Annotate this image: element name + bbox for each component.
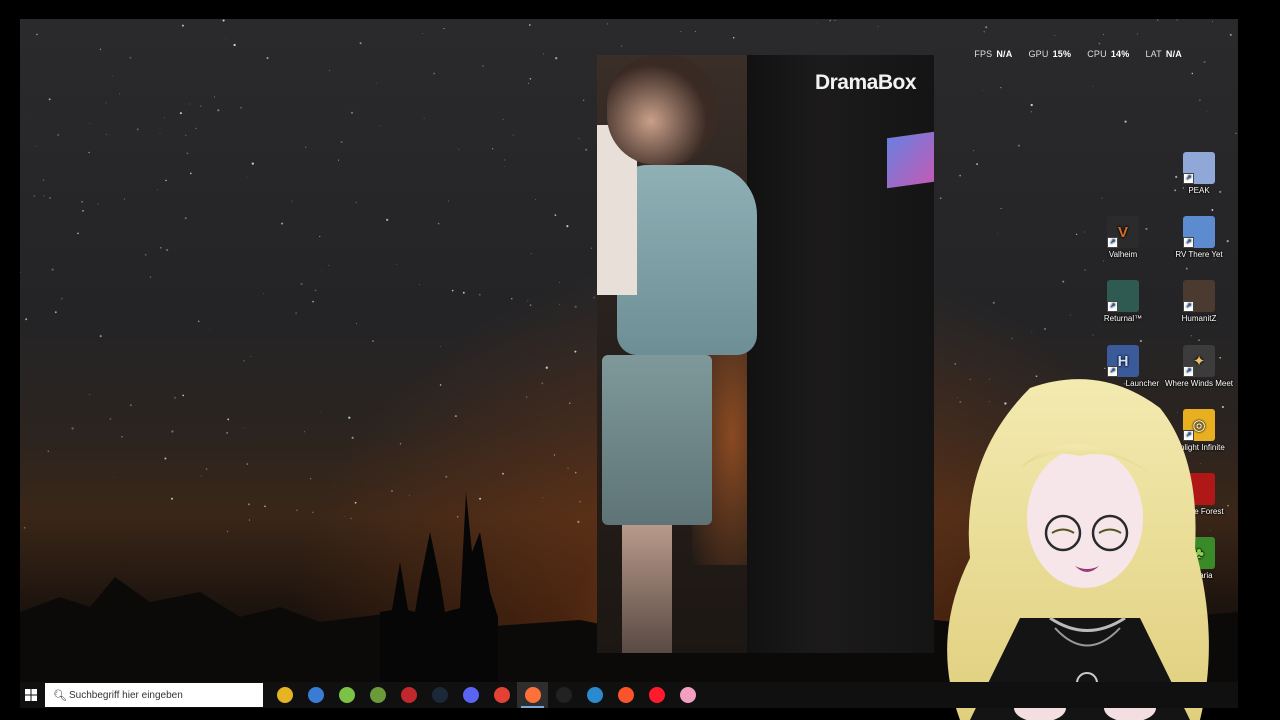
steam-icon [431, 687, 448, 703]
latency-stat: LAT N/A [1145, 49, 1182, 59]
humanitz-icon: ↗ [1183, 280, 1215, 312]
file-explorer-icon [276, 687, 293, 703]
android-app-icon [338, 687, 355, 703]
vtuber-avatar [947, 379, 1209, 720]
desktop-icon-label: Returnal™ [1103, 314, 1143, 323]
taskbar-app-microsoft-store[interactable] [300, 682, 331, 708]
cpu-stat: CPU 14% [1087, 49, 1130, 59]
taskbar-search-box[interactable]: 🔍︎ Suchbegriff hier eingeben [45, 683, 263, 707]
where-winds-meet-icon: ✦ ↗ [1183, 345, 1215, 377]
desktop-icon-peak[interactable]: ↗ PEAK [1163, 152, 1235, 195]
desktop-icon-humanitz[interactable]: ↗ HumanitZ [1163, 280, 1235, 323]
returnal-icon: ↗ [1107, 280, 1139, 312]
peak-icon: ↗ [1183, 152, 1215, 184]
taskbar-app-android-app[interactable] [331, 682, 362, 708]
video-person-top [617, 165, 757, 355]
taskbar-app-minecraft[interactable] [362, 682, 393, 708]
microsoft-store-icon [307, 687, 324, 703]
desktop-icon-rv-there-yet[interactable]: ↗ RV There Yet [1163, 216, 1235, 259]
firefox-icon [524, 687, 541, 703]
taskbar-app-game-launcher-red[interactable] [393, 682, 424, 708]
video-screen-light [887, 131, 934, 189]
taskbar-app-speedtest[interactable] [548, 682, 579, 708]
photo-app-icon [679, 687, 696, 703]
gpu-stat: GPU 15% [1028, 49, 1072, 59]
taskbar-app-steam[interactable] [424, 682, 455, 708]
desktop-icon-label: HumanitZ [1181, 314, 1217, 323]
taskbar-app-firefox[interactable] [517, 682, 548, 708]
video-person-head [607, 55, 717, 165]
start-button[interactable] [20, 682, 42, 708]
taskbar-app-brave[interactable] [610, 682, 641, 708]
speedtest-icon [555, 687, 572, 703]
valheim-icon: V ↗ [1107, 216, 1139, 248]
rv-there-yet-icon: ↗ [1183, 216, 1215, 248]
windows-icon [25, 689, 37, 701]
taskbar-app-file-explorer[interactable] [269, 682, 300, 708]
desktop-icon-label: RV There Yet [1175, 250, 1223, 259]
video-player[interactable]: DramaBox [597, 55, 934, 653]
taskbar-pinned-apps [269, 682, 703, 708]
minecraft-icon [369, 687, 386, 703]
taskbar: 🔍︎ Suchbegriff hier eingeben [20, 682, 1238, 708]
video-person-skirt [602, 355, 712, 525]
desktop-icon-label: PEAK [1188, 186, 1210, 195]
performance-overlay: FPS N/A GPU 15% CPU 14% LAT N/A [974, 49, 1182, 59]
desktop-icon-valheim[interactable]: V ↗ Valheim [1087, 216, 1159, 259]
discord-icon [462, 687, 479, 703]
sync-app-icon [586, 687, 603, 703]
opera-icon [648, 687, 665, 703]
game-launcher-red-icon [400, 687, 417, 703]
taskbar-app-chrome[interactable] [486, 682, 517, 708]
desktop-icon-returnal[interactable]: ↗ Returnal™ [1087, 280, 1159, 323]
chrome-icon [493, 687, 510, 703]
dramabox-logo: DramaBox [814, 71, 917, 94]
taskbar-app-photo-app[interactable] [672, 682, 703, 708]
taskbar-app-discord[interactable] [455, 682, 486, 708]
fps-stat: FPS N/A [974, 49, 1013, 59]
video-person-legs [622, 525, 672, 653]
launcher-icon: H ↗ [1107, 345, 1139, 377]
desktop-icon-label: Valheim [1108, 250, 1138, 259]
taskbar-app-sync-app[interactable] [579, 682, 610, 708]
search-placeholder: Suchbegriff hier eingeben [69, 689, 183, 701]
taskbar-app-opera[interactable] [641, 682, 672, 708]
brave-icon [617, 687, 634, 703]
search-icon: 🔍︎ [53, 689, 67, 702]
